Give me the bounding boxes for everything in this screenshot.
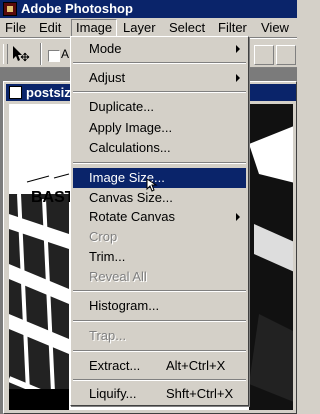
menu-item-apply-image[interactable]: Apply Image...: [73, 118, 246, 138]
menu-item-label: Adjust: [89, 70, 126, 85]
menu-item-shortcut: Alt+Ctrl+X: [166, 358, 226, 373]
menu-item-adjust[interactable]: Adjust: [73, 68, 246, 88]
menu-item-reveal-all: Reveal All: [73, 267, 246, 287]
menu-item-label: Trim...: [89, 249, 126, 264]
menu-file[interactable]: File: [1, 19, 30, 37]
menu-item-image-size[interactable]: Image Size...: [73, 168, 246, 188]
menu-item-label: Crop: [89, 229, 118, 244]
title-bar: Adobe Photoshop: [0, 0, 297, 18]
menu-separator: [73, 91, 246, 93]
menu-item-calculations[interactable]: Calculations...: [73, 138, 246, 158]
menu-item-label: Reveal All: [89, 269, 147, 284]
document-title: postsiz: [26, 85, 71, 100]
menu-item-label: Duplicate...: [89, 99, 155, 114]
menu-item-canvas-size[interactable]: Canvas Size...: [73, 188, 246, 208]
menu-separator: [73, 290, 246, 292]
menu-item-label: Mode: [89, 41, 122, 56]
move-tool-icon[interactable]: [10, 44, 32, 64]
menu-item-histogram[interactable]: Histogram...: [73, 296, 246, 316]
menu-item-trim[interactable]: Trim...: [73, 247, 246, 267]
menu-item-label: Canvas Size...: [89, 190, 173, 205]
menu-separator: [73, 62, 246, 64]
menu-select[interactable]: Select: [165, 19, 209, 37]
menu-view[interactable]: View: [257, 19, 293, 37]
submenu-arrow-icon: [236, 213, 240, 221]
photo-sign-text: BAST: [31, 189, 75, 206]
auto-select-label: A: [61, 47, 70, 61]
auto-select-checkbox[interactable]: [48, 50, 60, 62]
document-icon[interactable]: [9, 86, 22, 99]
menu-item-label: Trap...: [89, 328, 127, 343]
menu-edit[interactable]: Edit: [35, 19, 65, 37]
menu-item-label: Apply Image...: [89, 120, 173, 135]
photoshop-app-icon[interactable]: [3, 2, 17, 16]
menu-item-label: Rotate Canvas: [89, 209, 175, 224]
menu-item-crop: Crop: [73, 227, 246, 247]
menu-item-extract[interactable]: Extract... Alt+Ctrl+X: [73, 356, 246, 376]
menu-separator: [73, 162, 246, 164]
menu-layer[interactable]: Layer: [119, 19, 160, 37]
distribute-button[interactable]: [276, 45, 296, 65]
menu-item-rotate-canvas[interactable]: Rotate Canvas: [73, 207, 246, 227]
image-menu-dropdown: Mode Adjust Duplicate... Apply Image... …: [70, 36, 249, 406]
mouse-cursor-icon: [146, 178, 158, 192]
menu-filter[interactable]: Filter: [214, 19, 251, 37]
menu-separator: [73, 320, 246, 322]
menu-item-label: Histogram...: [89, 298, 160, 313]
menu-item-label: Extract...: [89, 358, 141, 373]
window-title: Adobe Photoshop: [21, 1, 133, 16]
toolbar-separator: [40, 43, 42, 65]
submenu-arrow-icon: [236, 74, 240, 82]
menu-item-trap: Trap...: [73, 326, 246, 346]
menu-separator: [73, 350, 246, 352]
menu-item-mode[interactable]: Mode: [73, 39, 246, 59]
menu-bar: File Edit Image Layer Select Filter View: [0, 18, 297, 39]
menu-item-duplicate[interactable]: Duplicate...: [73, 97, 246, 117]
menu-item-shortcut: Shft+Ctrl+X: [166, 386, 234, 401]
menu-item-label: Liquify...: [89, 386, 137, 401]
menu-item-liquify[interactable]: Liquify... Shft+Ctrl+X: [73, 384, 246, 404]
align-button[interactable]: [254, 45, 274, 65]
menu-separator: [73, 379, 246, 381]
menu-item-label: Calculations...: [89, 140, 171, 155]
toolbar-grip[interactable]: [3, 44, 8, 64]
submenu-arrow-icon: [236, 45, 240, 53]
